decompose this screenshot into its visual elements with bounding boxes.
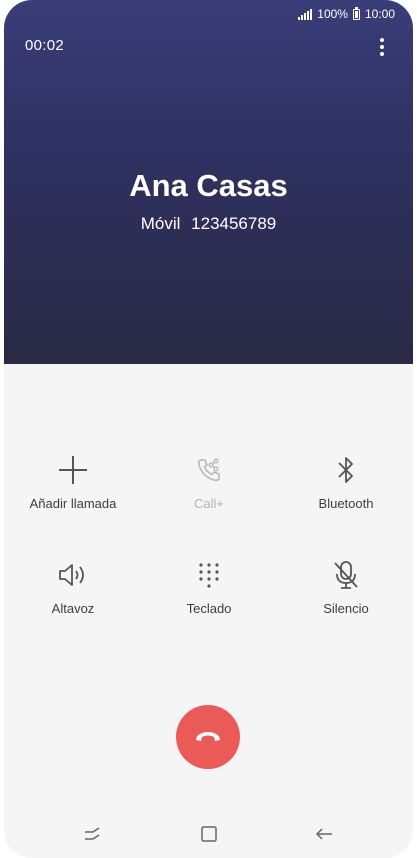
back-arrow-icon [315, 828, 332, 840]
recent-apps-icon [85, 827, 100, 840]
signal-icon [298, 8, 313, 20]
call-plus-icon [189, 450, 229, 490]
mute-label: Silencio [323, 601, 369, 616]
speaker-button[interactable]: Altavoz [5, 555, 141, 616]
bluetooth-label: Bluetooth [318, 496, 374, 511]
add-call-label: Añadir llamada [29, 496, 117, 511]
phone-frame: 100% 10:00 00:02 Ana Casas Móvil 1234567… [0, 0, 417, 858]
home-button[interactable] [197, 822, 221, 846]
speaker-label: Altavoz [51, 601, 95, 616]
bluetooth-icon [326, 450, 366, 490]
mute-button[interactable]: Silencio [278, 555, 413, 616]
call-plus-label: Call+ [194, 496, 224, 511]
back-button[interactable] [312, 822, 336, 846]
add-call-button[interactable]: Añadir llamada [5, 450, 141, 511]
add-call-icon [53, 450, 93, 490]
phone-number: 123456789 [191, 214, 277, 233]
keypad-button[interactable]: Teclado [141, 555, 277, 616]
battery-percent: 100% [317, 7, 348, 21]
caller-name: Ana Casas [129, 168, 288, 203]
caller-number-row: Móvil 123456789 [4, 214, 413, 234]
speaker-icon [53, 555, 93, 595]
home-icon [201, 826, 217, 842]
recent-apps-button[interactable] [81, 822, 105, 846]
keypad-icon [189, 555, 229, 595]
call-actions: Añadir llamada Call+ Bluetooth Altavoz T… [4, 364, 413, 858]
caller-header: 100% 10:00 00:02 Ana Casas Móvil 1234567… [4, 0, 413, 364]
keypad-label: Teclado [186, 601, 232, 616]
status-time: 10:00 [364, 7, 395, 21]
number-type: Móvil [140, 214, 181, 233]
end-call-button[interactable] [176, 705, 240, 769]
call-screen: 100% 10:00 00:02 Ana Casas Móvil 1234567… [4, 0, 413, 858]
more-options-icon[interactable] [379, 38, 385, 56]
battery-icon [352, 6, 360, 20]
mute-icon [326, 555, 366, 595]
navigation-bar [4, 810, 413, 858]
call-timer: 00:02 [25, 37, 65, 54]
end-call-icon [196, 732, 220, 741]
status-bar: 100% 10:00 [298, 6, 395, 22]
call-plus-button[interactable]: Call+ [141, 450, 277, 511]
bluetooth-button[interactable]: Bluetooth [278, 450, 413, 511]
